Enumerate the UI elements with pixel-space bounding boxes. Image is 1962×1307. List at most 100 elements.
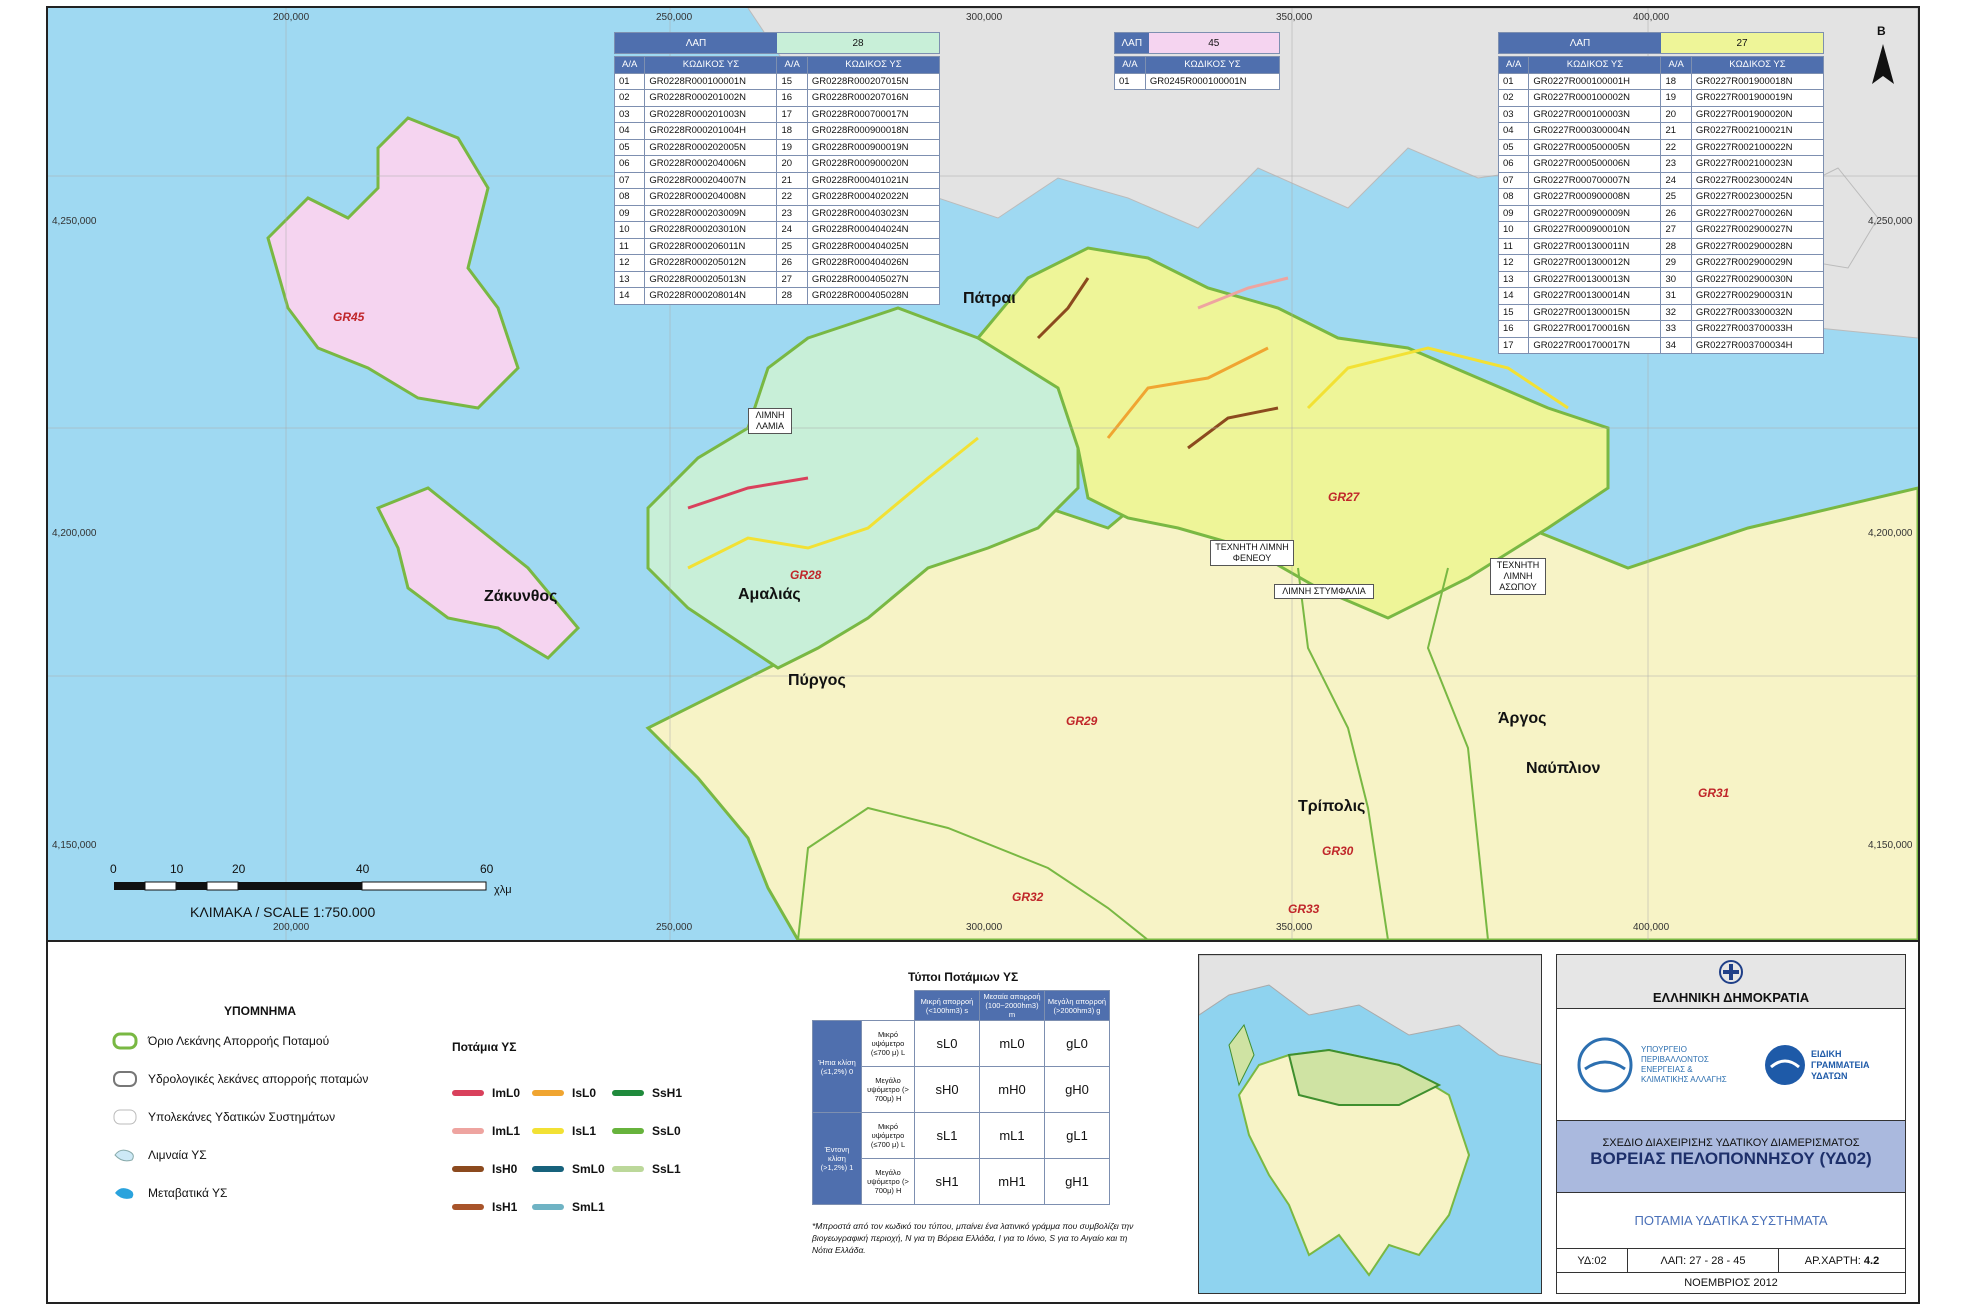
row-index: 14 [1497, 287, 1530, 305]
table-row: 02 GR0227R000100002N 19 GR0227R001900019N [1497, 89, 1825, 107]
place-patrai: Πάτραι [963, 290, 1016, 307]
row-code: GR0227R000900008N [1528, 188, 1662, 206]
table-row: 06 GR0227R000500006N 23 GR0227R002100023N [1497, 155, 1825, 173]
row-index: 01 [1114, 72, 1146, 90]
types-sub: Μικρό υψόμετρο (≤700 μ) L [861, 1112, 915, 1159]
type-cell: mH1 [979, 1158, 1045, 1205]
row-index: 12 [1497, 254, 1530, 272]
x-tick-bottom: 250,000 [656, 922, 693, 933]
row-index: 05 [1497, 138, 1530, 156]
row-index: 07 [613, 171, 646, 189]
basin-boundary-icon [112, 1032, 138, 1050]
river-swatch-icon [532, 1204, 564, 1210]
row-index: 27 [1660, 221, 1692, 239]
river-code: ImL0 [492, 1086, 521, 1100]
x-tick-top: 350,000 [1276, 12, 1313, 23]
legend-item: Υπολεκάνες Υδατικών Συστημάτων [112, 1108, 335, 1126]
types-col: Μεσαία απορροή (100~2000hm3) m [979, 990, 1045, 1021]
row-index: 24 [1660, 171, 1692, 189]
row-code: GR0228R000202005N [644, 138, 778, 156]
types-sub: Μεγάλο υψόμετρο (> 700μ) H [861, 1158, 915, 1205]
row-index: 02 [1497, 89, 1530, 107]
river-swatch-icon [452, 1166, 484, 1172]
lap-value: 27 [1661, 33, 1823, 53]
legend-label: Λιμναία ΥΣ [148, 1148, 207, 1162]
row-code: GR0228R000900019N [806, 138, 941, 156]
row-code: GR0228R000201003N [644, 105, 778, 123]
river-legend-item: SsH1 [612, 1086, 682, 1100]
table-row: 10 GR0227R000900010N 27 GR0227R002900027N [1497, 221, 1825, 239]
ministry-logo-icon [1577, 1037, 1633, 1093]
table-row: 13 GR0227R001300013N 30 GR0227R002900030N [1497, 270, 1825, 288]
row-index: 17 [776, 105, 808, 123]
scale-tick: 0 [110, 862, 117, 876]
scale-tick: 20 [232, 862, 246, 876]
table-row: 12 GR0227R001300012N 29 GR0227R002900029N [1497, 254, 1825, 272]
table-row: 04 GR0228R000201004H 18 GR0228R000900018N [613, 122, 941, 140]
y-tick: 4,200,000 [52, 528, 97, 539]
scale-label: ΚΛΙΜΑΚΑ / SCALE 1:750.000 [190, 904, 376, 920]
lap28-header: ΛΑΠ 28 [614, 32, 940, 54]
rivers-title: Ποτάμια ΥΣ [452, 1040, 517, 1054]
types-col: Μικρή απορροή (<100hm3) s [914, 990, 980, 1021]
lake-label: ΤΕΧΝΗΤΗ ΛΙΜΝΗ ΑΣΩΠΟΥ [1490, 558, 1546, 595]
row-index: 24 [776, 221, 808, 239]
col-aa: Α/Α [1497, 56, 1530, 74]
row-code: GR0227R003300032N [1690, 303, 1825, 321]
row-code: GR0227R000100003N [1528, 105, 1662, 123]
row-code: GR0228R000206011N [644, 237, 778, 255]
row-code: GR0228R000401021N [806, 171, 941, 189]
row-index: 28 [1660, 237, 1692, 255]
river-swatch-icon [452, 1090, 484, 1096]
row-index: 09 [613, 204, 646, 222]
row-index: 04 [1497, 122, 1530, 140]
river-code: SsL1 [652, 1162, 681, 1176]
lake-icon [114, 1149, 134, 1162]
republic-label: ΕΛΛΗΝΙΚΗ ΔΗΜΟΚΡΑΤΙΑ [1652, 990, 1810, 1005]
table-row: 10 GR0228R000203010N 24 GR0228R000404024N [613, 221, 941, 239]
x-tick-bottom: 300,000 [966, 922, 1003, 933]
row-code: GR0228R000204007N [644, 171, 778, 189]
river-swatch-icon [452, 1204, 484, 1210]
row-index: 10 [613, 221, 646, 239]
row-code: GR0228R000203010N [644, 221, 778, 239]
lap-label: ΛΑΠ [1115, 33, 1149, 53]
map-title: ΠΟΤΑΜΙΑ ΥΔΑΤΙΚΑ ΣΥΣΤΗΜΑΤΑ [1634, 1213, 1828, 1228]
row-code: GR0227R002900029N [1690, 254, 1825, 272]
x-tick-top: 250,000 [656, 12, 693, 23]
row-index: 26 [776, 254, 808, 272]
region-label: ΒΟΡΕΙΑΣ ΠΕΛΟΠΟΝΝΗΣΟΥ (ΥΔ02) [1590, 1149, 1872, 1168]
row-code: GR0227R001900019N [1690, 89, 1825, 107]
table-row: 11 GR0227R001300011N 28 GR0227R002900028N [1497, 237, 1825, 255]
river-swatch-icon [452, 1128, 484, 1134]
types-table: Μικρή απορροή (<100hm3) s Μεσαία απορροή… [812, 990, 1110, 1205]
basin-code: GR29 [1066, 714, 1098, 728]
row-code: GR0228R000405027N [806, 270, 941, 288]
transitional-water-icon [115, 1188, 134, 1199]
row-code: GR0228R000208014N [644, 287, 778, 305]
river-code: IsL0 [572, 1086, 597, 1100]
row-code: GR0227R002300025N [1690, 188, 1825, 206]
yd-label: ΥΔ:02 [1557, 1249, 1628, 1272]
place-tripolis: Τρίπολις [1298, 798, 1366, 815]
row-index: 19 [1660, 89, 1692, 107]
type-cell: sH1 [914, 1158, 980, 1205]
row-code: GR0245R000100001N [1144, 72, 1281, 90]
basin-code: GR27 [1328, 490, 1360, 504]
river-legend-item: SsL0 [612, 1124, 681, 1138]
row-index: 22 [776, 188, 808, 206]
lap-label: ΛΑΠ [1499, 33, 1661, 53]
scale-tick: 10 [170, 862, 184, 876]
table-row: 05 GR0228R000202005N 19 GR0228R000900019N [613, 138, 941, 156]
table-row: 08 GR0227R000900008N 25 GR0227R002300025N [1497, 188, 1825, 206]
legend-item: Μεταβατικά ΥΣ [112, 1184, 227, 1202]
row-code: GR0228R000700017N [806, 105, 941, 123]
row-code: GR0227R001900018N [1690, 72, 1825, 90]
row-code: GR0228R000404026N [806, 254, 941, 272]
row-code: GR0227R000700007N [1528, 171, 1662, 189]
river-code: IsH1 [492, 1200, 518, 1214]
row-index: 11 [1497, 237, 1530, 255]
row-code: GR0227R002900028N [1690, 237, 1825, 255]
row-code: GR0227R000500005N [1528, 138, 1662, 156]
row-index: 33 [1660, 320, 1692, 338]
